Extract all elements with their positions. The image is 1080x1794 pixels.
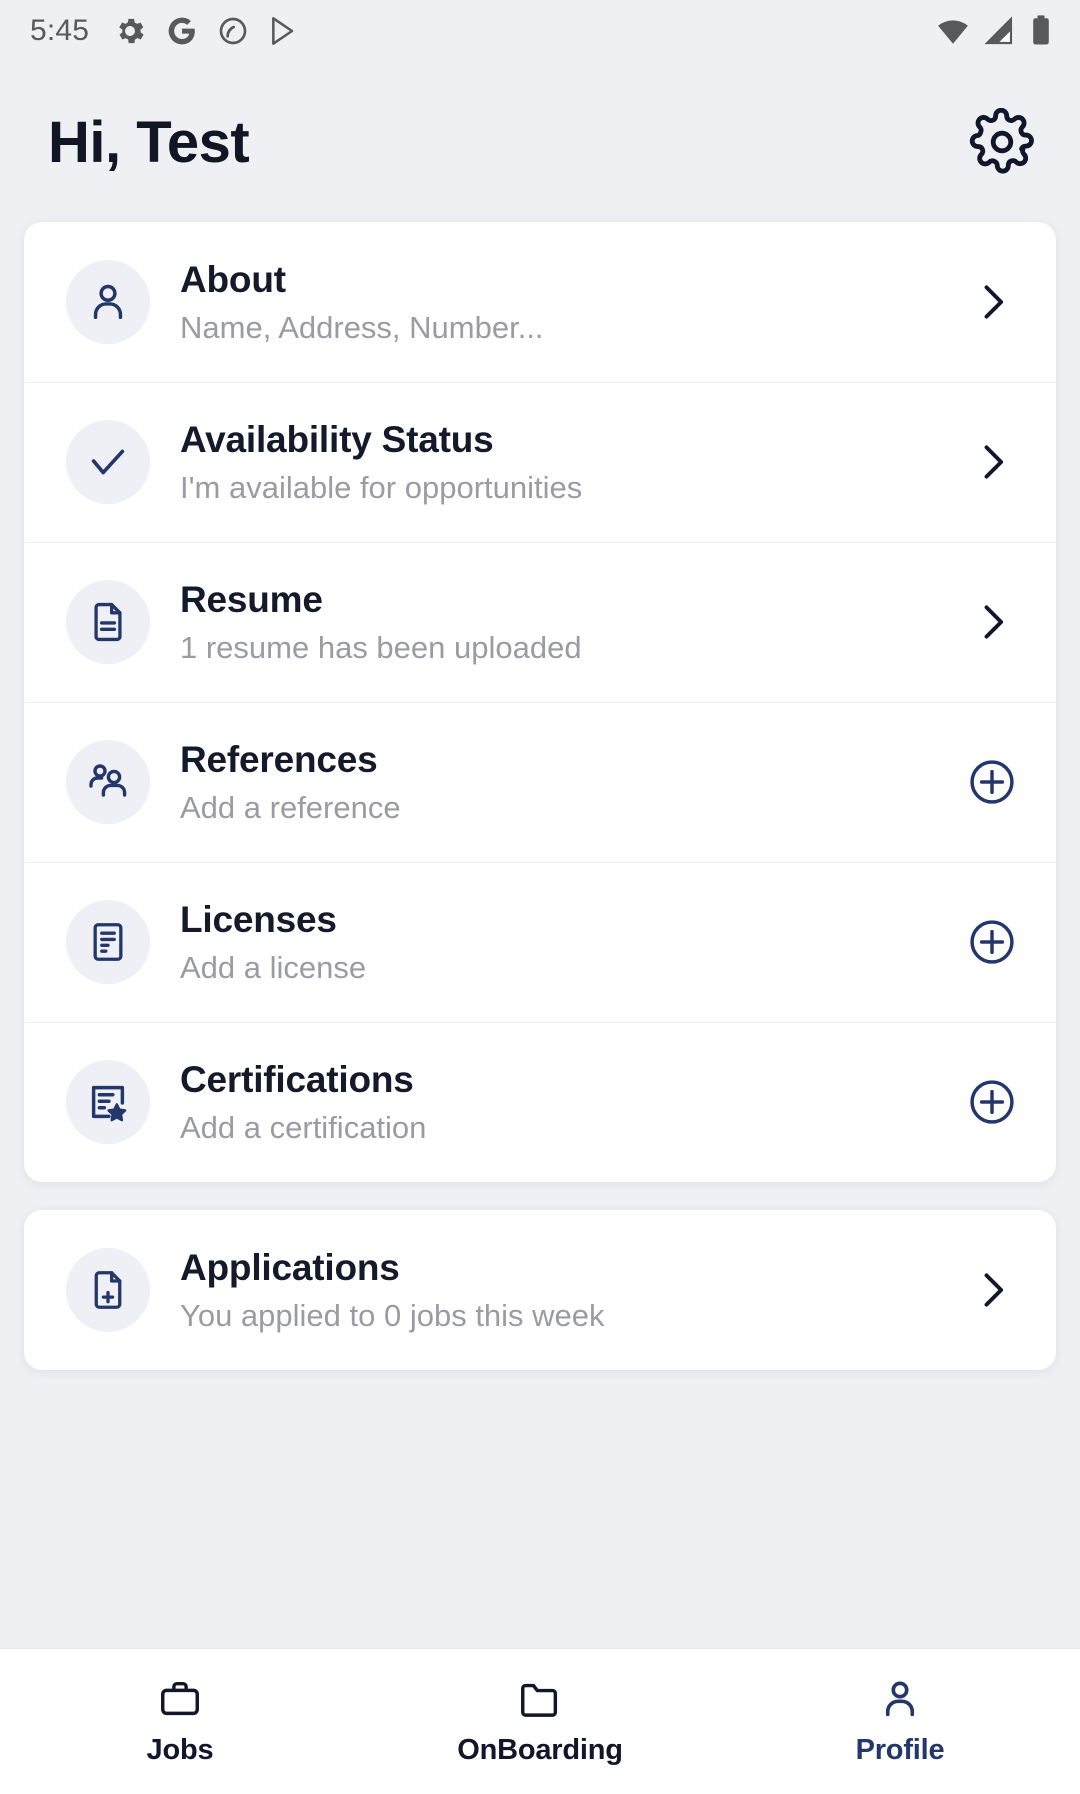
wifi-icon [936,14,970,48]
list-item-text: Applications You applied to 0 jobs this … [180,1246,946,1334]
chevron-right-icon[interactable] [962,280,1022,324]
nav-tab-onboarding[interactable]: OnBoarding [360,1676,720,1767]
gear-icon [113,14,147,48]
check-icon [66,420,150,504]
nav-tab-jobs[interactable]: Jobs [0,1676,360,1767]
page-title: Hi, Test [48,109,250,175]
person-icon [66,260,150,344]
status-bar-system-icons [936,14,1054,48]
google-g-icon [166,15,198,47]
applications-card: Applications You applied to 0 jobs this … [24,1210,1056,1370]
gear-icon [968,108,1036,176]
list-item-text: References Add a reference [180,738,946,826]
document-plus-icon [66,1248,150,1332]
nav-tab-label: Jobs [146,1734,214,1766]
list-item-subtitle: 1 resume has been uploaded [180,629,582,665]
list-item-text: About Name, Address, Number... [180,258,946,346]
license-card-icon [66,900,150,984]
battery-icon [1028,14,1054,48]
plus-circle-icon[interactable] [962,1076,1022,1128]
status-bar-time: 5:45 [30,14,90,47]
list-item-subtitle: You applied to 0 jobs this week [180,1297,605,1333]
chevron-right-icon[interactable] [962,600,1022,644]
list-item-text: Certifications Add a certification [180,1058,946,1146]
list-item-subtitle: Add a reference [180,789,401,825]
list-item-text: Licenses Add a license [180,898,946,986]
briefcase-icon [157,1676,203,1722]
list-item-title: Resume [180,579,323,621]
list-item-subtitle: Name, Address, Number... [180,309,544,345]
plus-circle-icon[interactable] [962,756,1022,808]
list-item-text: Availability Status I'm available for op… [180,418,946,506]
settings-button[interactable] [968,108,1036,176]
chevron-right-icon[interactable] [962,1268,1022,1312]
list-item-licenses[interactable]: Licenses Add a license [24,862,1056,1022]
list-item-certifications[interactable]: Certifications Add a certification [24,1022,1056,1182]
list-item-title: Applications [180,1247,400,1289]
nav-tab-label: Profile [855,1734,945,1766]
list-item-title: References [180,739,378,781]
list-item-references[interactable]: References Add a reference [24,702,1056,862]
nav-tab-profile[interactable]: Profile [720,1676,1080,1767]
certificate-star-icon [66,1060,150,1144]
list-item-subtitle: Add a certification [180,1109,427,1145]
list-item-title: Availability Status [180,419,494,461]
main-content: About Name, Address, Number... Availabil… [0,222,1080,1370]
folder-icon [517,1676,563,1722]
status-bar: 5:45 [0,0,1080,62]
list-item-subtitle: I'm available for opportunities [180,469,583,505]
page-header: Hi, Test [0,62,1080,222]
cellular-signal-icon [983,15,1015,47]
play-store-icon [268,15,300,47]
list-item-text: Resume 1 resume has been uploaded [180,578,946,666]
people-icon [66,740,150,824]
circle-slash-icon [217,15,249,47]
nav-tab-label: OnBoarding [457,1734,623,1766]
profile-sections-card: About Name, Address, Number... Availabil… [24,222,1056,1182]
list-item-resume[interactable]: Resume 1 resume has been uploaded [24,542,1056,702]
list-item-title: Licenses [180,899,337,941]
list-item-applications[interactable]: Applications You applied to 0 jobs this … [24,1210,1056,1370]
list-item-title: Certifications [180,1059,414,1101]
person-icon [877,1676,923,1722]
plus-circle-icon[interactable] [962,916,1022,968]
document-icon [66,580,150,664]
list-item-subtitle: Add a license [180,949,367,985]
list-item-about[interactable]: About Name, Address, Number... [24,222,1056,382]
list-item-title: About [180,259,286,301]
chevron-right-icon[interactable] [962,440,1022,484]
list-item-availability-status[interactable]: Availability Status I'm available for op… [24,382,1056,542]
bottom-navigation-bar: Jobs OnBoarding Profile [0,1648,1080,1794]
status-bar-notification-icons [113,14,300,48]
